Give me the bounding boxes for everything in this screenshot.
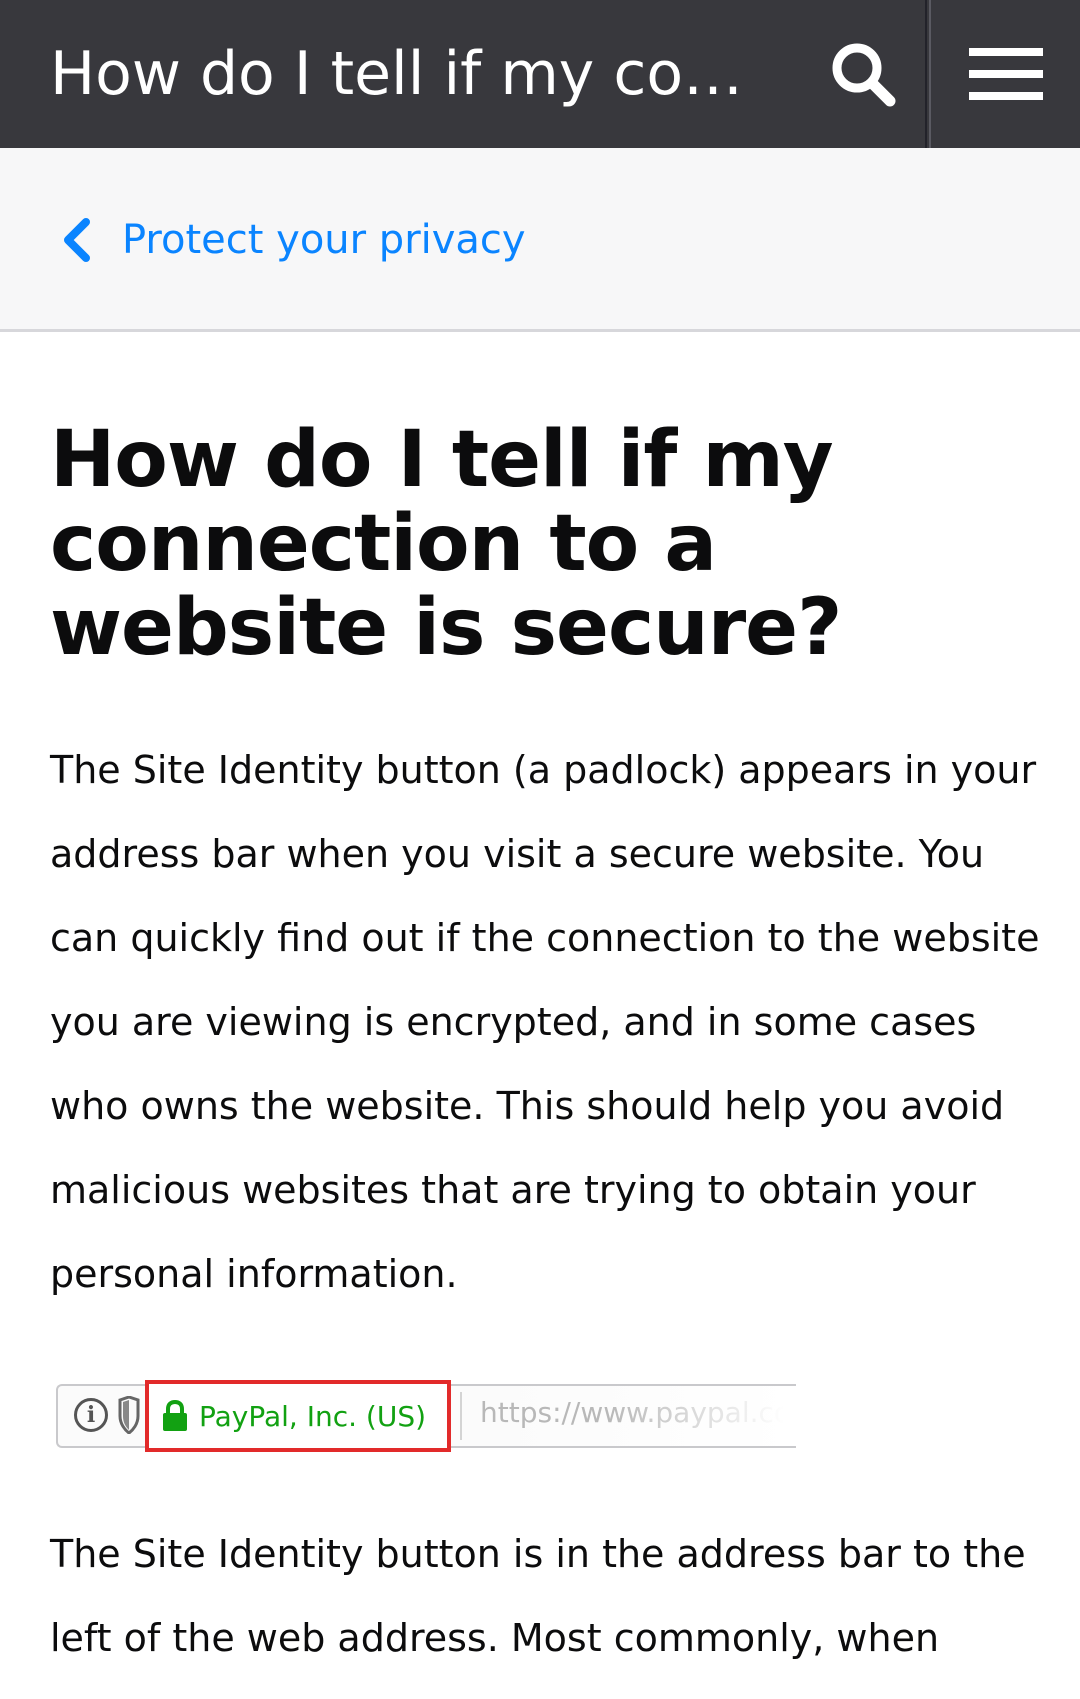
breadcrumb-bar: Protect your privacy <box>0 148 1080 332</box>
intro-paragraph: The Site Identity button (a padlock) app… <box>50 748 1040 1296</box>
top-header-bar: How do I tell if my co… <box>0 0 1080 148</box>
search-button[interactable] <box>800 0 925 148</box>
article-content: How do I tell if my connection to a webs… <box>50 332 1040 1680</box>
page-title: How do I tell if my connection to a webs… <box>50 415 842 673</box>
header-title: How do I tell if my co… <box>50 39 744 109</box>
site-identity-label: PayPal, Inc. (US) <box>199 1399 427 1433</box>
breadcrumb-label: Protect your privacy <box>122 217 526 263</box>
search-icon <box>832 43 895 107</box>
address-bar-separator <box>460 1392 462 1440</box>
breadcrumb-link[interactable]: Protect your privacy <box>62 210 526 270</box>
chevron-left-icon <box>62 216 98 264</box>
address-url-text: https://www.paypal.co <box>480 1396 792 1429</box>
address-bar-screenshot: i PayPal, Inc. (US) https://www.paypal.c… <box>50 1378 810 1454</box>
body-paragraph: The Site Identity button is in the addre… <box>50 1532 1026 1660</box>
site-identity-highlight: PayPal, Inc. (US) <box>145 1380 451 1452</box>
menu-button[interactable] <box>931 0 1080 148</box>
hamburger-menu-icon <box>968 48 1043 100</box>
padlock-icon <box>163 1400 187 1431</box>
info-icon: i <box>74 1398 108 1432</box>
tracking-shield-icon <box>118 1396 140 1434</box>
